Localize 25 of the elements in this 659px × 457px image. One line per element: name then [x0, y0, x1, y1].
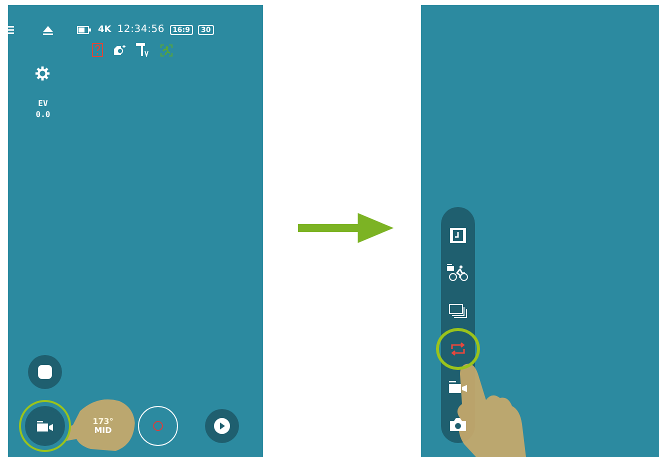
settings-icon[interactable] [35, 66, 50, 81]
motion-detect-icon [160, 44, 173, 56]
lock-button[interactable] [28, 355, 62, 389]
stacked-frames-icon [448, 304, 467, 318]
tv-mode-icon [136, 43, 150, 57]
eject-icon[interactable] [43, 26, 53, 34]
film-clock-icon [450, 228, 466, 244]
time-text: 12:34:56 [117, 24, 165, 36]
ev-value: 0.0 [36, 109, 50, 120]
camera-settings-icon [113, 44, 126, 56]
menu-icon[interactable] [8, 26, 14, 34]
camera-icon [450, 418, 466, 431]
playback-button[interactable] [205, 409, 239, 443]
play-icon [214, 418, 230, 434]
resolution-text: 4K [98, 24, 112, 36]
battery-icon [77, 26, 91, 34]
shutter-button[interactable] [138, 406, 178, 446]
cyclist-icon [446, 264, 469, 282]
video-camera-icon [37, 420, 53, 432]
loop-icon [450, 342, 466, 356]
ev-label: EV [38, 98, 48, 109]
right-arrow-icon [298, 213, 394, 243]
video-camera-icon [448, 380, 467, 392]
sd-card-warning-icon [92, 43, 103, 57]
square-icon [37, 364, 53, 380]
